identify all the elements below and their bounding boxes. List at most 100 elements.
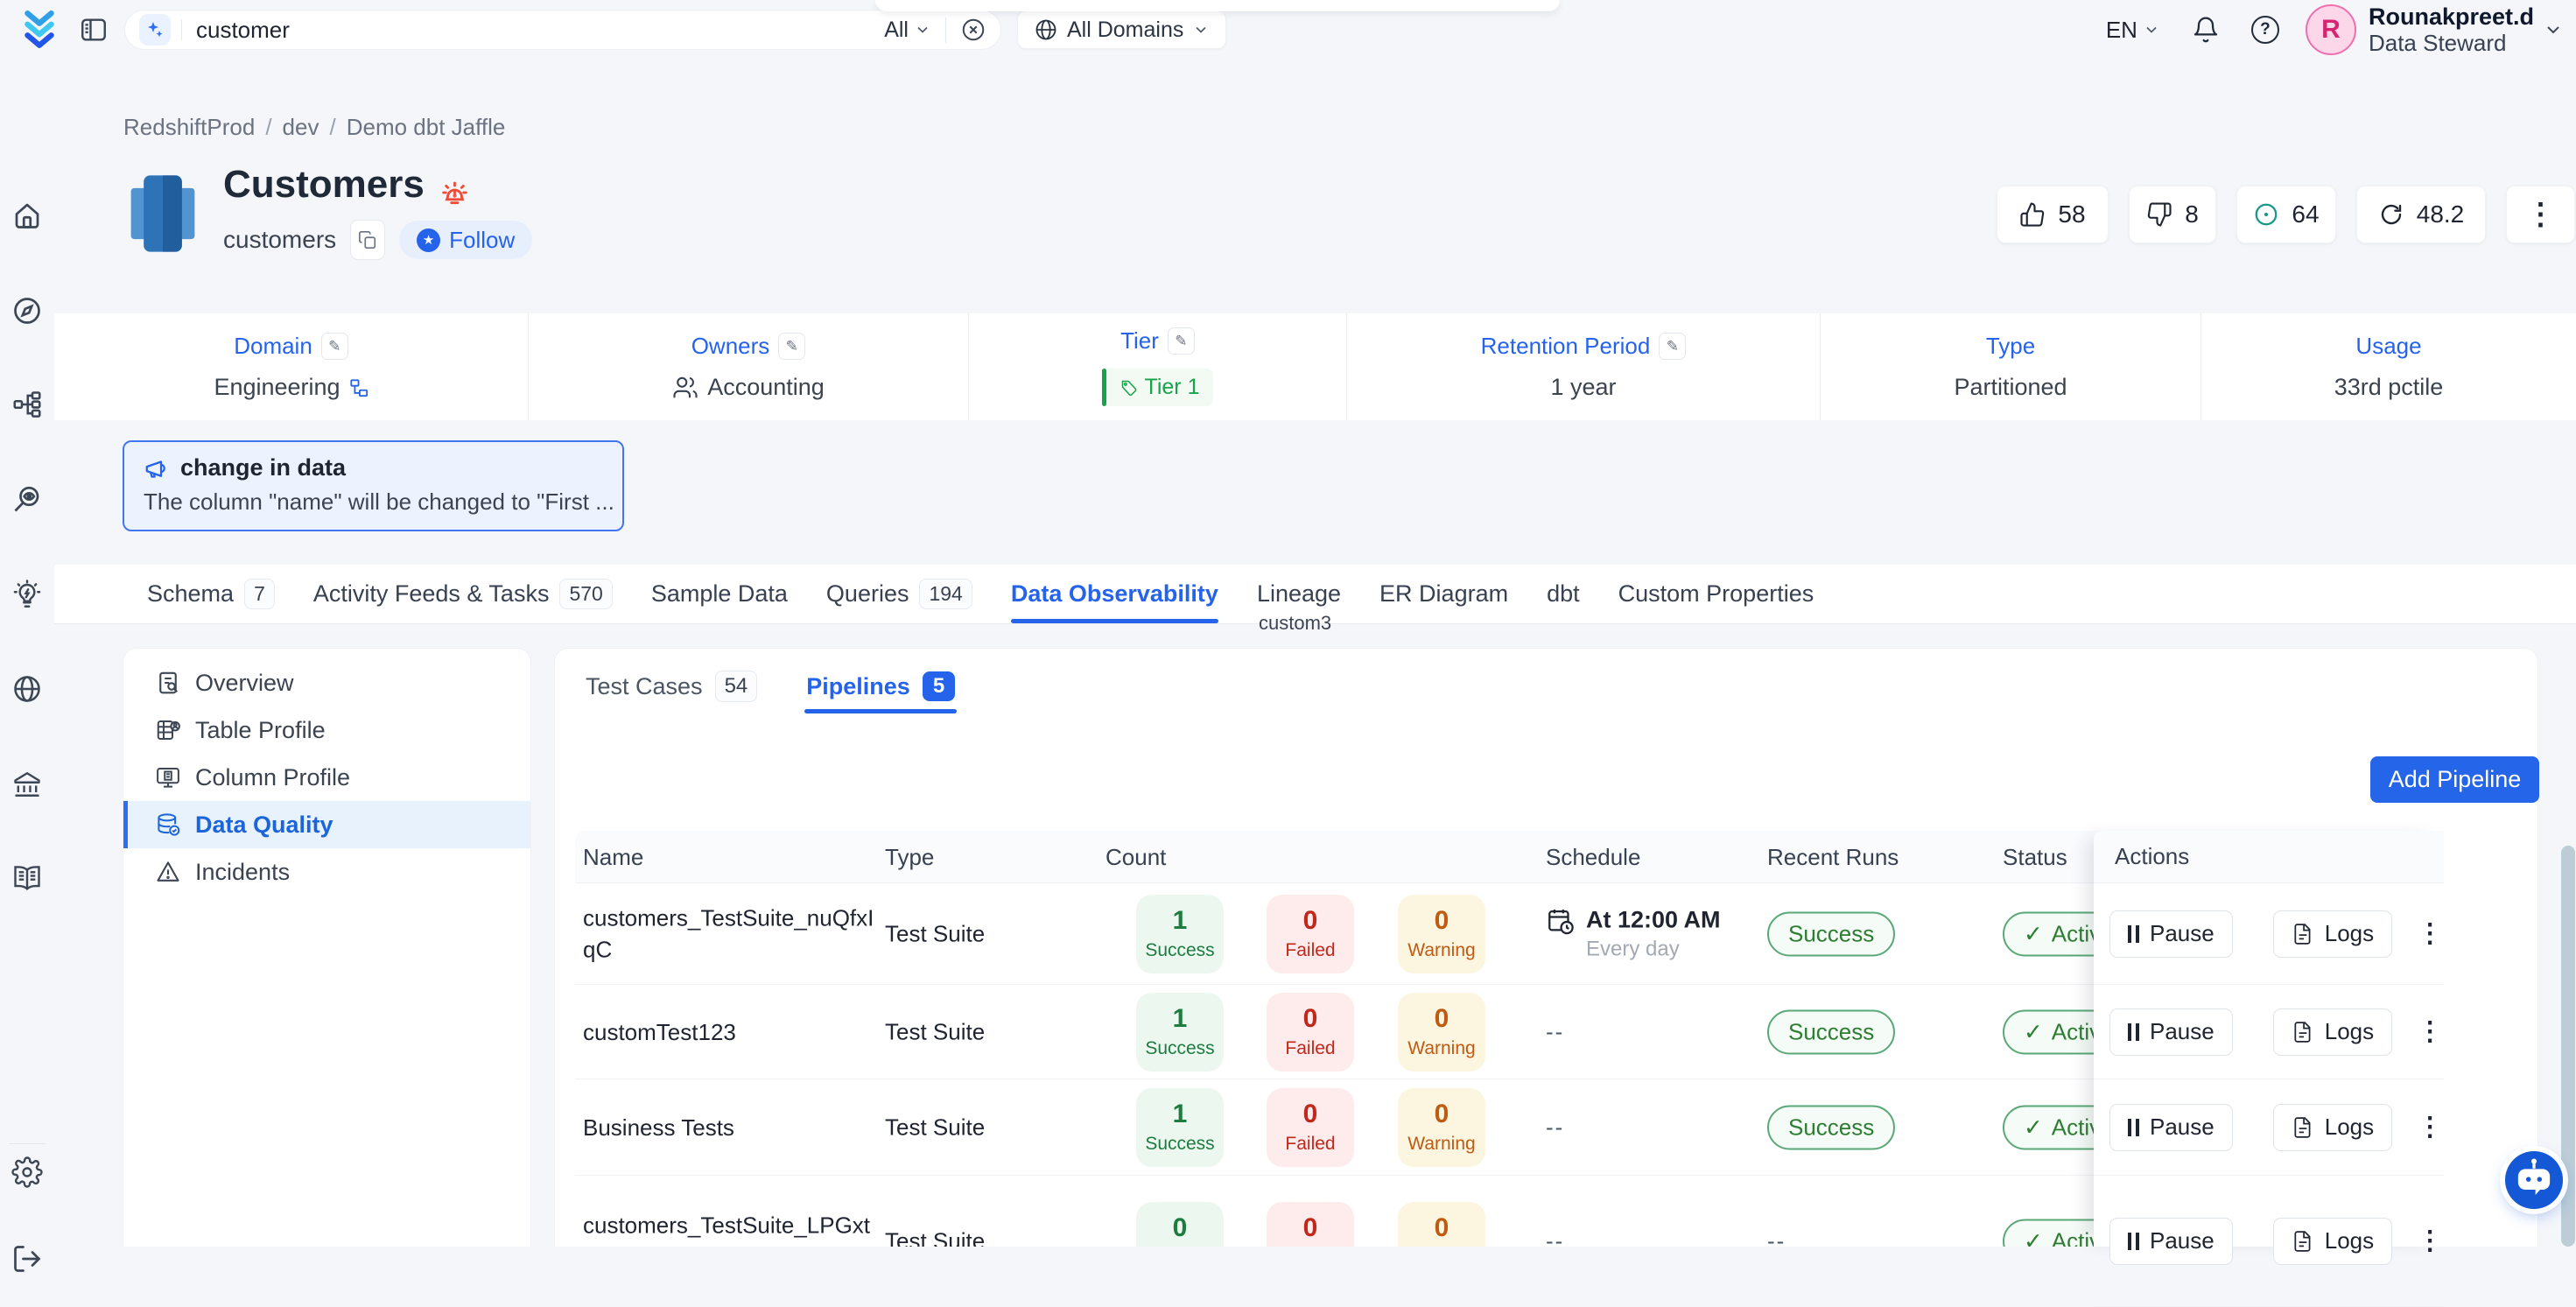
insights-bulb-icon[interactable]: [11, 580, 43, 611]
pause-button[interactable]: Pause: [2109, 1218, 2233, 1265]
pause-icon: [2128, 1023, 2139, 1041]
logs-button[interactable]: Logs: [2273, 1104, 2392, 1151]
owners-value[interactable]: Accounting: [672, 374, 825, 401]
logs-button[interactable]: Logs: [2273, 1008, 2392, 1056]
success-count-pill[interactable]: 0Success: [1136, 1202, 1224, 1247]
vertical-scrollbar[interactable]: [2561, 846, 2575, 1247]
owners-label[interactable]: Owners: [691, 333, 770, 360]
announcement-banner[interactable]: change in data The column "name" will be…: [123, 440, 624, 531]
lineage-flow-icon[interactable]: [11, 389, 43, 420]
recent-run-badge[interactable]: Success: [1767, 1105, 1895, 1149]
sidebar-item-overview[interactable]: Overview: [123, 659, 530, 706]
observability-search-icon[interactable]: [11, 483, 43, 515]
tab-test-cases[interactable]: Test Cases 54: [584, 659, 759, 713]
tab-schema[interactable]: Schema7: [147, 565, 275, 623]
clear-search-icon[interactable]: [960, 17, 986, 43]
copy-name-button[interactable]: [350, 220, 385, 260]
language-selector[interactable]: EN: [2106, 17, 2160, 44]
sidebar-item-incidents[interactable]: Incidents: [123, 848, 530, 896]
govern-bank-icon[interactable]: [11, 769, 43, 800]
notifications-bell-icon[interactable]: [2192, 16, 2220, 44]
quality-score-button[interactable]: 64: [2236, 186, 2336, 243]
chat-assistant-button[interactable]: [2505, 1151, 2563, 1209]
edit-owners-icon[interactable]: ✎: [778, 333, 805, 360]
pipeline-name[interactable]: customTest123: [583, 1015, 881, 1047]
observability-side-nav: Overview Table Profile Column Profile Da…: [123, 648, 531, 1247]
settings-gear-icon[interactable]: [11, 1156, 43, 1188]
metadata-owners: Owners ✎ Accounting: [529, 313, 969, 420]
domains-filter-label: All Domains: [1067, 18, 1183, 43]
upvote-button[interactable]: 58: [1997, 186, 2109, 243]
pipeline-name[interactable]: Business Tests: [583, 1111, 881, 1142]
add-pipeline-button[interactable]: Add Pipeline: [2370, 756, 2539, 803]
pause-button[interactable]: Pause: [2109, 910, 2233, 958]
row-kebab-icon[interactable]: ⋮: [2417, 1112, 2443, 1142]
row-kebab-icon[interactable]: ⋮: [2417, 1016, 2443, 1047]
warning-count-pill[interactable]: 0Warning: [1398, 895, 1485, 973]
failed-count-pill[interactable]: 0Failed: [1267, 993, 1354, 1072]
logs-button[interactable]: Logs: [2273, 1218, 2392, 1265]
edit-tier-icon[interactable]: ✎: [1168, 327, 1195, 355]
pause-button[interactable]: Pause: [2109, 1008, 2233, 1056]
tab-data-observability[interactable]: Data Observability: [1011, 565, 1218, 623]
logout-icon[interactable]: [11, 1243, 43, 1275]
edit-retention-icon[interactable]: ✎: [1659, 333, 1686, 360]
sidebar-item-column-profile[interactable]: Column Profile: [123, 754, 530, 801]
failed-count-pill[interactable]: 0Failed: [1267, 1088, 1354, 1167]
recent-run-badge[interactable]: Success: [1767, 911, 1895, 956]
follow-button[interactable]: ★ Follow: [399, 221, 532, 259]
edit-domain-icon[interactable]: ✎: [321, 333, 348, 360]
success-count-pill[interactable]: 1Success: [1136, 993, 1224, 1072]
global-search[interactable]: customer All: [124, 10, 1001, 50]
tab-dbt[interactable]: dbt: [1547, 565, 1580, 623]
help-icon[interactable]: ?: [2251, 16, 2279, 44]
breadcrumb-item[interactable]: RedshiftProd: [123, 114, 255, 141]
usage-score-button[interactable]: 48.2: [2356, 186, 2486, 243]
success-count-pill[interactable]: 1Success: [1136, 1088, 1224, 1167]
domains-globe-icon[interactable]: [11, 673, 43, 705]
sidebar-item-table-profile[interactable]: Table Profile: [123, 706, 530, 754]
tab-er-diagram[interactable]: ER Diagram: [1379, 565, 1508, 623]
tab-count-badge: 570: [559, 579, 612, 609]
user-menu-chevron-icon[interactable]: [2543, 19, 2564, 40]
home-icon[interactable]: [11, 200, 43, 231]
glossary-book-icon[interactable]: [11, 861, 43, 893]
breadcrumb-item[interactable]: Demo dbt Jaffle: [347, 114, 506, 141]
downvote-button[interactable]: 8: [2129, 186, 2216, 243]
row-kebab-icon[interactable]: ⋮: [2417, 918, 2443, 949]
tab-custom-properties[interactable]: Custom Properties: [1618, 565, 1814, 623]
app-logo-icon[interactable]: [21, 10, 58, 50]
tab-activity-feeds[interactable]: Activity Feeds & Tasks570: [313, 565, 613, 623]
failed-count-pill[interactable]: 0Failed: [1267, 1202, 1354, 1247]
recent-run-badge[interactable]: Success: [1767, 1009, 1895, 1054]
retention-label[interactable]: Retention Period: [1481, 333, 1651, 360]
tab-sample-data[interactable]: Sample Data: [651, 565, 788, 623]
tab-pipelines[interactable]: Pipelines 5: [804, 659, 957, 713]
alert-alarm-icon[interactable]: [437, 172, 472, 207]
warning-count-pill[interactable]: 0Warning: [1398, 993, 1485, 1072]
tier-badge[interactable]: Tier 1: [1102, 369, 1214, 406]
tab-queries[interactable]: Queries194: [826, 565, 972, 623]
pause-button[interactable]: Pause: [2109, 1104, 2233, 1151]
logs-button[interactable]: Logs: [2273, 910, 2392, 958]
warning-count-pill[interactable]: 0Warning: [1398, 1088, 1485, 1167]
announcement-title: change in data: [180, 454, 346, 481]
sidebar-item-data-quality[interactable]: Data Quality: [123, 801, 530, 848]
domain-label[interactable]: Domain: [234, 333, 312, 360]
tier-label[interactable]: Tier: [1120, 327, 1159, 355]
search-scope-dropdown[interactable]: All: [884, 18, 946, 43]
breadcrumb-item[interactable]: dev: [283, 114, 319, 141]
warning-count-pill[interactable]: 0Warning: [1398, 1202, 1485, 1247]
sidebar-toggle-icon[interactable]: [79, 15, 109, 45]
avatar[interactable]: R: [2306, 4, 2356, 55]
row-kebab-icon[interactable]: ⋮: [2417, 1226, 2443, 1256]
more-actions-button[interactable]: ⋮: [2506, 186, 2575, 243]
domains-filter-button[interactable]: All Domains: [1017, 11, 1226, 49]
pipeline-name[interactable]: customers_TestSuite_nuQfxIqC: [583, 902, 881, 966]
pipeline-name[interactable]: customers_TestSuite_LPGxtmzA: [583, 1209, 881, 1247]
search-input[interactable]: customer: [196, 17, 884, 44]
explore-compass-icon[interactable]: [11, 295, 43, 327]
failed-count-pill[interactable]: 0Failed: [1267, 895, 1354, 973]
success-count-pill[interactable]: 1Success: [1136, 895, 1224, 973]
check-icon: ✓: [2024, 1227, 2043, 1247]
